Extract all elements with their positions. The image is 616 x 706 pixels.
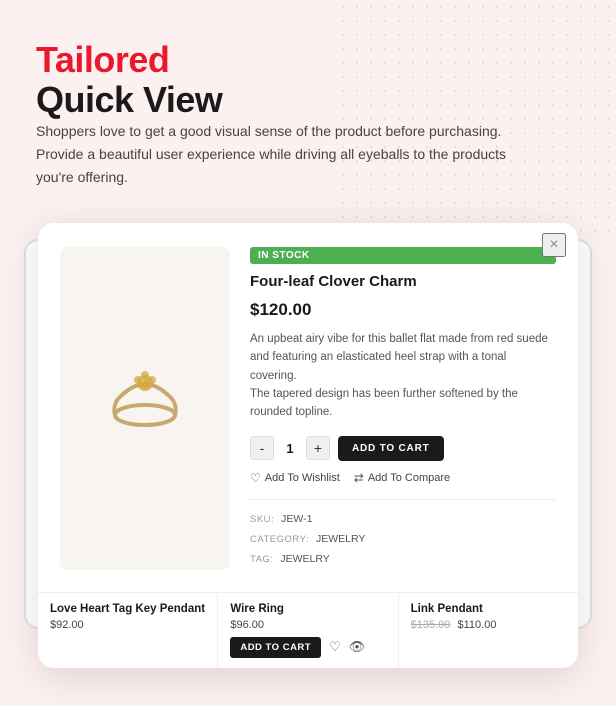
demo-wrapper: × — [38, 223, 578, 667]
strip-price-1: $92.00 — [50, 619, 205, 631]
product-description: An upbeat airy vibe for this ballet flat… — [250, 330, 556, 422]
quick-view-modal: × — [38, 223, 578, 667]
main-content: Tailored Quick View Shoppers love to get… — [0, 0, 616, 698]
product-price: $120.00 — [250, 300, 556, 320]
strip-item-2: Wire Ring $96.00 ADD TO CART ♡ 👁 — [218, 593, 398, 668]
product-info-col: IN STOCK Four-leaf Clover Charm $120.00 … — [250, 247, 556, 569]
tag-row: TAG: JEWELRY — [250, 550, 556, 570]
strip-price-2: $96.00 — [230, 619, 385, 631]
strip-heart-icon-2[interactable]: ♡ — [329, 639, 341, 655]
strip-product-name-3: Link Pendant — [411, 603, 566, 615]
wishlist-compare-row: ♡ Add To Wishlist ⇄ Add To Compare — [250, 471, 556, 485]
product-ring-image — [90, 353, 200, 463]
meta-table: SKU: JEW-1 CATEGORY: JEWELRY TAG: JEWELR… — [250, 510, 556, 570]
qty-minus-button[interactable]: - — [250, 436, 274, 460]
description-text: Shoppers love to get a good visual sense… — [36, 120, 536, 189]
strip-actions-row-2: ADD TO CART ♡ 👁 — [230, 637, 385, 658]
add-to-cart-button[interactable]: ADD TO CART — [338, 436, 444, 461]
category-row: CATEGORY: JEWELRY — [250, 530, 556, 550]
strip-price-3: $135.00 $110.00 — [411, 619, 566, 631]
quantity-row: - 1 + ADD TO CART — [250, 436, 556, 461]
in-stock-badge: IN STOCK — [250, 247, 556, 264]
heading-tailored: Tailored Quick View — [36, 40, 580, 120]
wishlist-link[interactable]: ♡ Add To Wishlist — [250, 471, 340, 485]
qty-value: 1 — [282, 441, 298, 456]
meta-divider — [250, 499, 556, 500]
product-image-area — [60, 247, 230, 569]
compare-link[interactable]: ⇄ Add To Compare — [354, 471, 450, 485]
qty-plus-button[interactable]: + — [306, 436, 330, 460]
strip-item-3: Link Pendant $135.00 $110.00 — [399, 593, 578, 668]
strip-item-1: Love Heart Tag Key Pendant $92.00 — [38, 593, 218, 668]
product-strip: Love Heart Tag Key Pendant $92.00 Wire R… — [38, 592, 578, 668]
strip-add-to-cart-button-2[interactable]: ADD TO CART — [230, 637, 321, 658]
strip-product-name-2: Wire Ring — [230, 603, 385, 615]
sku-row: SKU: JEW-1 — [250, 510, 556, 530]
heart-icon: ♡ — [250, 471, 261, 485]
modal-body: IN STOCK Four-leaf Clover Charm $120.00 … — [38, 223, 578, 591]
product-name: Four-leaf Clover Charm — [250, 272, 556, 292]
strip-product-name-1: Love Heart Tag Key Pendant — [50, 603, 205, 615]
modal-close-button[interactable]: × — [542, 233, 566, 257]
compare-icon: ⇄ — [354, 471, 364, 485]
strip-eye-icon-2[interactable]: 👁 — [349, 639, 366, 655]
